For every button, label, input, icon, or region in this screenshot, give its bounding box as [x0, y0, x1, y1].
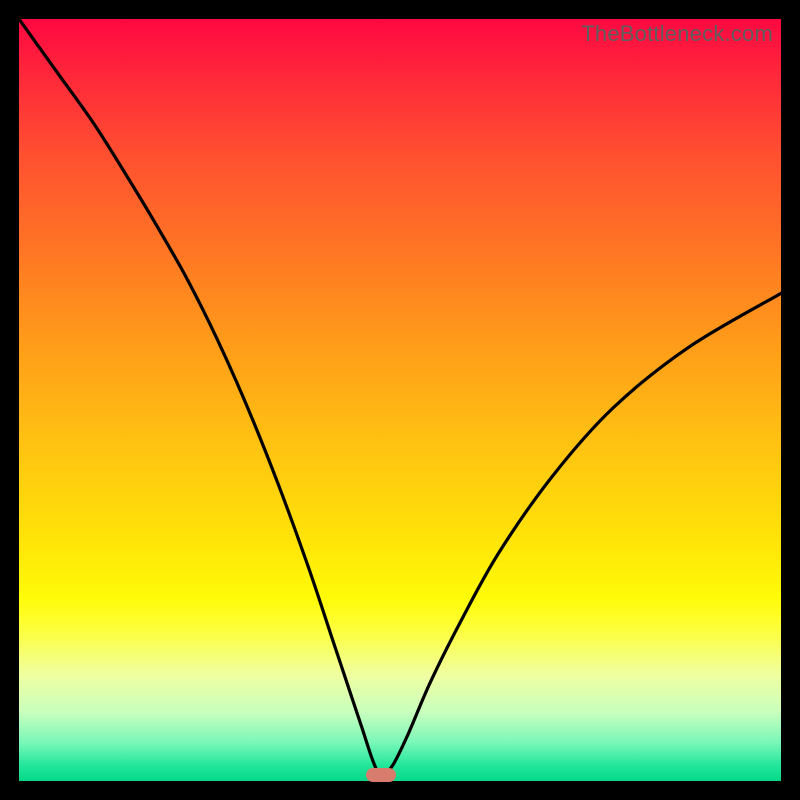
plot-area: TheBottleneck.com — [19, 19, 781, 781]
chart-frame: TheBottleneck.com — [0, 0, 800, 800]
bottleneck-curve — [19, 19, 781, 781]
